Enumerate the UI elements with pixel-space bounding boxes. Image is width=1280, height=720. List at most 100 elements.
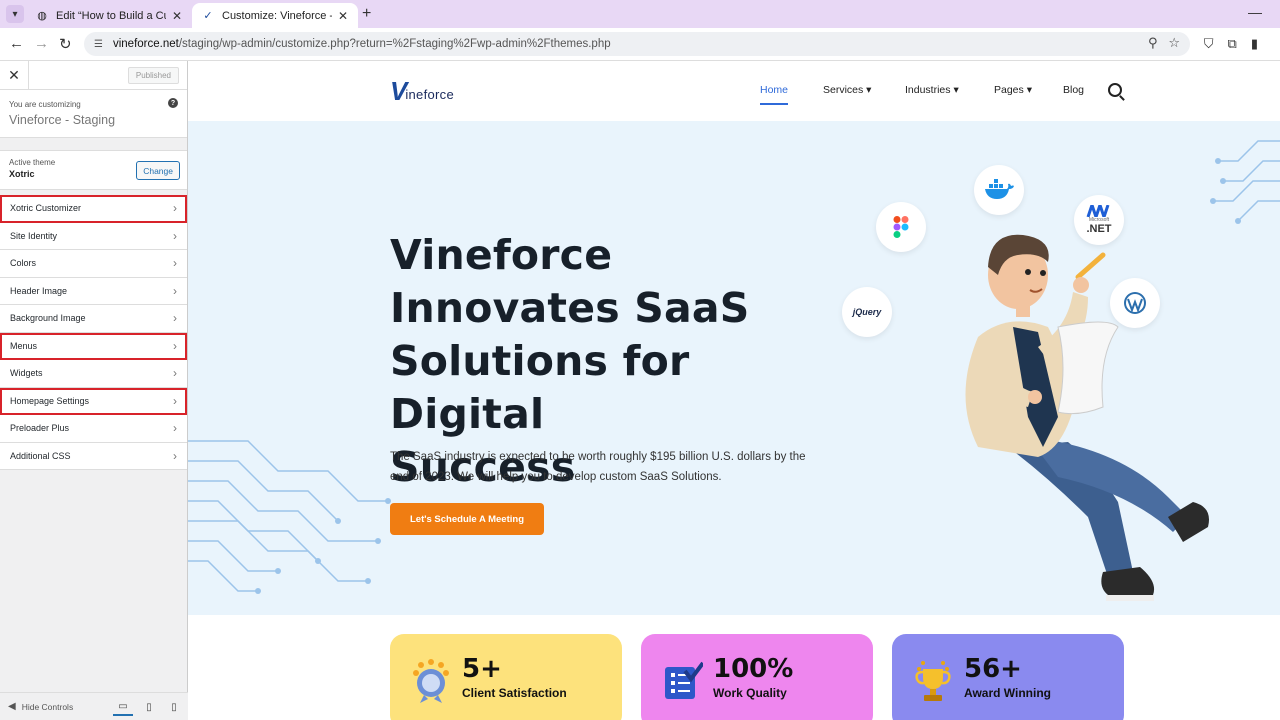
new-tab-button[interactable]: + (362, 5, 371, 23)
trophy-icon (910, 658, 956, 704)
tab-search-button[interactable]: ▾ (6, 5, 24, 23)
menu-item-menus[interactable]: Menus › (0, 332, 187, 360)
chevron-right-icon: › (173, 201, 177, 216)
hero-title-line: Innovates SaaS (390, 284, 750, 332)
stat-label: Work Quality (713, 686, 787, 700)
stat-card-work-quality: 100% Work Quality (641, 634, 873, 720)
stat-card-client-satisfaction: 5+ Client Satisfaction (390, 634, 622, 720)
menu-item-label: Header Image (10, 285, 68, 296)
close-customizer-icon[interactable]: ✕ (0, 61, 29, 90)
hero-description: The SaaS industry is expected to be wort… (390, 447, 820, 487)
menu-item-label: Site Identity (10, 230, 58, 241)
customizer-footer: ◀ Hide Controls ▭ ▯ ▯ (0, 692, 188, 720)
nav-pages[interactable]: Pages ▾ (994, 84, 1032, 96)
menu-item-preloader-plus[interactable]: Preloader Plus › (0, 415, 187, 443)
nav-home[interactable]: Home (760, 84, 789, 105)
stat-card-award-winning: 56+ Award Winning (892, 634, 1124, 720)
zoom-icon[interactable]: ⚲ (1148, 35, 1158, 50)
customizing-label: You are customizing (9, 100, 81, 109)
published-button[interactable]: Published (127, 67, 179, 84)
url-input[interactable]: ☰ vineforce.net/staging/wp-admin/customi… (84, 32, 1190, 56)
developer-illustration (965, 234, 1209, 601)
minimize-window-button[interactable]: — (1248, 4, 1262, 20)
chevron-right-icon: › (173, 283, 177, 298)
menu-item-homepage-settings[interactable]: Homepage Settings › (0, 387, 187, 415)
schedule-meeting-button[interactable]: Let's Schedule A Meeting (390, 503, 544, 535)
extension-icons: ⛉⧉▮ (1204, 36, 1272, 52)
site-settings-icon[interactable]: ☰ (94, 39, 103, 50)
logo-text: ineforce (405, 87, 454, 102)
sidepanel-icon[interactable]: ▮ (1251, 36, 1272, 51)
stat-label: Client Satisfaction (462, 686, 567, 700)
hero-description-line: end of 2023. We will help you to develop… (390, 471, 722, 483)
active-theme-section: Active theme Xotric Change (0, 150, 187, 190)
shield-icon[interactable]: ⛉ (1204, 36, 1228, 51)
menu-item-colors[interactable]: Colors › (0, 250, 187, 278)
hide-controls-icon[interactable]: ◀ (8, 701, 16, 712)
close-tab-icon[interactable]: ✕ (338, 9, 348, 23)
extensions-puzzle-icon[interactable]: ⧉ (1228, 36, 1251, 51)
tab-customize[interactable]: ✓ Customize: Vineforce - SaaS So ✕ (192, 3, 358, 28)
chevron-right-icon: › (173, 311, 177, 326)
menu-item-label: Widgets (10, 368, 43, 379)
bookmark-star-icon[interactable]: ☆ (1168, 35, 1180, 50)
browser-tab-bar: ▾ ◍ Edit “How to Build a Custom W ✕ ✓ Cu… (0, 0, 1280, 28)
menu-item-label: Homepage Settings (10, 395, 90, 406)
close-tab-icon[interactable]: ✕ (172, 9, 182, 23)
site-name: Vineforce - Staging (9, 113, 116, 127)
customizing-info: You are customizing Vineforce - Staging … (0, 90, 187, 138)
customizer-header: ✕ Published (0, 61, 187, 90)
help-icon[interactable]: ? (168, 98, 178, 108)
hero-title-line: Solutions for Digital (390, 337, 690, 438)
stats-section: 5+ Client Satisfaction 100% Work Quality… (188, 615, 1280, 720)
hide-controls-button[interactable]: Hide Controls (22, 702, 74, 712)
menu-item-widgets[interactable]: Widgets › (0, 360, 187, 388)
menu-item-label: Additional CSS (10, 450, 71, 461)
back-arrow-icon[interactable]: ← (9, 35, 24, 52)
change-theme-button[interactable]: Change (136, 161, 180, 180)
nav-services[interactable]: Services ▾ (823, 84, 871, 96)
browser-address-bar: ← → ↻ ☰ vineforce.net/staging/wp-admin/c… (0, 28, 1280, 61)
tab-label: Customize: Vineforce - SaaS So (222, 9, 332, 22)
circuit-lines-left (188, 440, 391, 594)
stat-label: Award Winning (964, 686, 1051, 700)
vineforce-tab-icon: ✓ (203, 10, 213, 22)
menu-item-header-image[interactable]: Header Image › (0, 277, 187, 305)
site-preview: V ineforce Home Services ▾ Industries ▾ … (188, 61, 1280, 720)
menu-item-xotric-customizer[interactable]: Xotric Customizer › (0, 195, 187, 223)
reload-icon[interactable]: ↻ (59, 35, 72, 53)
checklist-icon (659, 658, 705, 704)
url-path: /staging/wp-admin/customize.php?return=%… (178, 38, 611, 50)
stat-number: 100% (713, 654, 794, 684)
stat-number: 56+ (964, 654, 1022, 684)
menu-item-label: Preloader Plus (10, 423, 70, 434)
hero-section: Vineforce Innovates SaaS Solutions for D… (188, 121, 1280, 615)
menu-item-site-identity[interactable]: Site Identity › (0, 222, 187, 250)
nav-industries[interactable]: Industries ▾ (905, 84, 959, 96)
chevron-right-icon: › (173, 338, 177, 353)
menu-item-background-image[interactable]: Background Image › (0, 305, 187, 333)
tab-label: Edit “How to Build a Custom W (56, 9, 166, 22)
site-logo[interactable]: V ineforce (390, 78, 454, 104)
mobile-preview-icon[interactable]: ▯ (164, 698, 184, 716)
stat-number: 5+ (462, 654, 502, 684)
tab-edit-post[interactable]: ◍ Edit “How to Build a Custom W ✕ (26, 3, 192, 28)
chevron-right-icon: › (173, 366, 177, 381)
chevron-right-icon: › (173, 228, 177, 243)
jquery-icon: jQuery (842, 287, 892, 337)
url-actions: ⚲ ☆ (1148, 35, 1180, 51)
hero-title-line: Vineforce (390, 231, 613, 279)
desktop-preview-icon[interactable]: ▭ (113, 698, 133, 716)
forward-arrow-icon[interactable]: → (34, 35, 49, 52)
chevron-right-icon: › (173, 256, 177, 271)
nav-blog[interactable]: Blog (1063, 84, 1084, 96)
chevron-right-icon: › (173, 393, 177, 408)
menu-item-label: Menus (10, 340, 38, 351)
hero-description-line: The SaaS industry is expected to be wort… (390, 451, 806, 463)
search-icon[interactable] (1108, 83, 1122, 97)
menu-item-additional-css[interactable]: Additional CSS › (0, 442, 187, 470)
url-domain: vineforce.net (112, 38, 179, 50)
jquery-label: jQuery (852, 307, 882, 317)
tablet-preview-icon[interactable]: ▯ (139, 698, 159, 716)
chevron-right-icon: › (173, 421, 177, 436)
